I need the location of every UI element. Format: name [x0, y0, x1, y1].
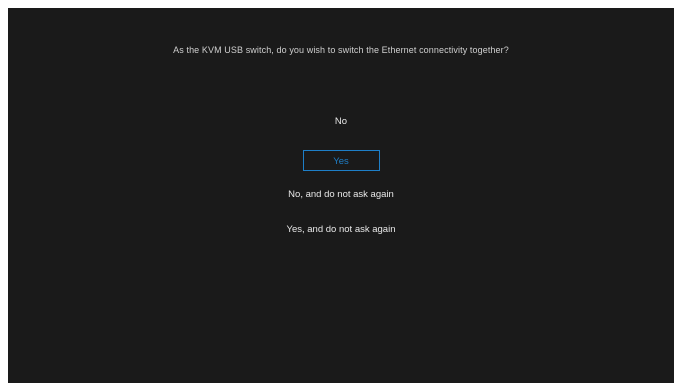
- option-yes[interactable]: Yes: [8, 150, 674, 171]
- option-yes-label: Yes: [302, 150, 380, 171]
- option-yes-do-not-ask-again-label: Yes, and do not ask again: [286, 224, 396, 235]
- option-no-label: No: [334, 116, 348, 127]
- option-no-do-not-ask-again-label: No, and do not ask again: [288, 189, 394, 200]
- option-yes-do-not-ask-again[interactable]: Yes, and do not ask again: [8, 223, 674, 237]
- option-no[interactable]: No: [8, 115, 674, 129]
- osd-screen: As the KVM USB switch, do you wish to sw…: [8, 8, 674, 383]
- dialog-question: As the KVM USB switch, do you wish to sw…: [173, 45, 509, 55]
- option-no-do-not-ask-again[interactable]: No, and do not ask again: [8, 188, 674, 202]
